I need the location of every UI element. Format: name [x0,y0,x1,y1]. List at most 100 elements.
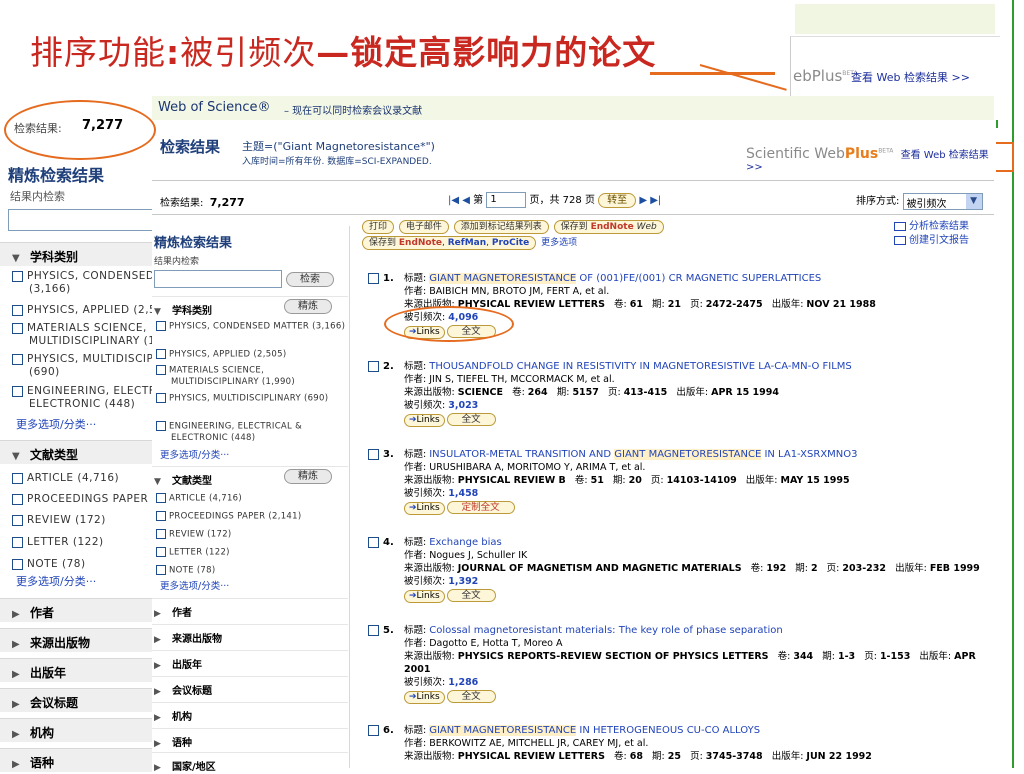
bg-more-options-link[interactable]: 更多选项/分类··· [16,573,96,589]
analysis-links: 分析检索结果 创建引文报告 [894,220,969,248]
bg-doctype-item[interactable]: PROCEEDINGS PAPER [12,493,160,506]
record-source: 来源出版物: PHYSICAL REVIEW B 卷: 51 期: 20 页: … [404,475,850,486]
bg-section-subject[interactable]: ▼ 学科类别 [0,242,160,266]
email-button[interactable]: 电子邮件 [398,220,449,234]
record-checkbox[interactable] [368,624,379,636]
record-title-link[interactable]: Colossal magnetoresistant materials: The… [429,625,782,636]
doctype-item[interactable]: ARTICLE (4,716) [156,493,348,505]
analyze-results-link[interactable]: 分析检索结果 [894,220,969,234]
record-authors: 作者: JIN S, TIEFEL TH, MCCORMACK M, et al… [404,374,615,385]
refine-button[interactable]: 精炼 [284,469,332,484]
bg-doctype-item[interactable]: LETTER (122) [12,536,160,549]
save-endnote-web-button[interactable]: 保存到 EndNote Web [553,220,664,234]
add-marked-list-button[interactable]: 添加到标记结果列表 [453,220,549,234]
subject-item[interactable]: ENGINEERING, ELECTRICAL & ELECTRONIC (44… [156,421,348,444]
more-options-link[interactable]: 更多选项 [541,238,577,248]
within-results-label: 结果内检索 [154,257,200,267]
refine-panel: 精炼检索结果 结果内检索 检索 ▼ 学科类别 精炼 PHYSICS, CONDEN… [152,226,350,774]
refine-button[interactable]: 精炼 [284,299,332,314]
bg-more-options-link[interactable]: 更多选项/分类··· [16,416,96,432]
bg-subject-item[interactable]: PHYSICS, APPLIED (2,5 [12,304,160,317]
record-title: 标题: GIANT MAGNETORESISTANCE OF (001)FE/(… [404,273,822,284]
more-options-link[interactable]: 更多选项/分类··· [160,578,229,592]
background-left-panel: 检索结果: 7,277 精炼检索结果 结果内检索 ▼ 学科类别 PHYSICS, … [0,96,160,772]
bg-subject-item[interactable]: PHYSICS, MULTIDISCIP (690) [12,353,160,379]
fulltext-button[interactable]: 全文 [446,690,496,703]
bg-subject-item[interactable]: ENGINEERING, ELECTF ELECTRONIC (448) [12,385,160,411]
wos-title: Web of Science® [158,100,271,115]
bg-subject-item[interactable]: MATERIALS SCIENCE, MULTIDISCIPLINARY (1 [12,322,160,348]
record-checkbox[interactable] [368,360,379,372]
next-last-page-icon[interactable]: ▶ ▶| [639,195,661,206]
links-button[interactable]: ➔Links [404,590,445,603]
bg-section-doctype[interactable]: ▼ 文献类型 [0,440,160,464]
record-number: 6. [368,724,394,737]
print-button[interactable]: 打印 [362,220,395,234]
record-title-link[interactable]: THOUSANDFOLD CHANGE IN RESISTIVITY IN MA… [429,361,852,372]
cited-count-link[interactable]: 1,286 [448,677,478,688]
fulltext-button[interactable]: 全文 [446,589,496,602]
page-number-input[interactable]: 1 [486,192,527,208]
bg-doctype-item[interactable]: REVIEW (172) [12,514,160,527]
bg-within-label: 结果内检索 [10,190,65,203]
subject-item[interactable]: PHYSICS, APPLIED (2,505) [156,349,348,361]
record-title-link[interactable]: GIANT MAGNETORESISTANCE IN HETEROGENEOUS… [429,725,760,736]
record-title-link[interactable]: INSULATOR-METAL TRANSITION AND GIANT MAG… [429,449,858,460]
doctype-item[interactable]: LETTER (122) [156,547,348,559]
view-web-results-link[interactable]: 查看 Web 检索结果 >> [851,69,970,85]
links-button[interactable]: ➔Links [404,414,445,427]
background-webplus-panel: ebPlusBETA 查看 Web 检索结果 >> [790,36,1000,96]
sort-select[interactable]: 被引频次 ▼ [902,192,983,210]
cited-count-link[interactable]: 3,023 [448,400,478,411]
section-language[interactable]: ▶ 语种 [152,728,348,750]
cited-count-link[interactable]: 1,458 [448,488,478,499]
bg-doctype-item[interactable]: NOTE (78) [12,558,160,571]
record-checkbox[interactable] [368,536,379,548]
section-year[interactable]: ▶ 出版年 [152,650,348,672]
bg-section-org[interactable]: ▶ 机构 [0,718,160,742]
doctype-item[interactable]: PROCEEDINGS PAPER (2,141) [156,511,348,523]
record-number: 1. [368,272,394,285]
record-source: 来源出版物: JOURNAL OF MAGNETISM AND MAGNETIC… [404,563,980,574]
bg-section-year[interactable]: ▶ 出版年 [0,658,160,682]
first-prev-page-icon[interactable]: |◀ ◀ [448,195,470,206]
links-button[interactable]: ➔Links [404,502,445,515]
search-button[interactable]: 检索 [286,272,334,287]
cited-count-link[interactable]: 1,392 [448,576,478,587]
within-results-input[interactable] [154,270,282,288]
citation-report-link[interactable]: 创建引文报告 [894,234,969,248]
bg-subject-item[interactable]: PHYSICS, CONDENSED (3,166) [12,270,160,296]
record-checkbox[interactable] [368,724,379,736]
section-org[interactable]: ▶ 机构 [152,702,348,724]
section-conference[interactable]: ▶ 会议标题 [152,676,348,698]
bg-doctype-item[interactable]: ARTICLE (4,716) [12,472,160,485]
results-count: 检索结果: 7,277 [160,196,245,209]
record-title: 标题: GIANT MAGNETORESISTANCE IN HETEROGEN… [404,725,761,736]
subject-item[interactable]: PHYSICS, MULTIDISCIPLINARY (690) [156,393,348,405]
more-options-link[interactable]: 更多选项/分类··· [160,447,229,461]
section-author[interactable]: ▶ 作者 [152,598,348,620]
doctype-item[interactable]: REVIEW (172) [156,529,348,541]
section-country[interactable]: ▶ 国家/地区 [152,752,348,774]
links-button[interactable]: ➔Links [404,691,445,704]
bg-section-source[interactable]: ▶ 来源出版物 [0,628,160,652]
bg-within-input[interactable] [8,209,158,231]
record-checkbox[interactable] [368,448,379,460]
bg-section-language[interactable]: ▶ 语种 [0,748,160,772]
save-endnote-refman-button[interactable]: 保存到 EndNote, RefMan, ProCite [362,236,537,250]
record-checkbox[interactable] [368,272,379,284]
fulltext-button[interactable]: 全文 [446,413,496,426]
subject-item[interactable]: PHYSICS, CONDENSED MATTER (3,166) [156,321,348,333]
bg-section-author[interactable]: ▶ 作者 [0,598,160,622]
doctype-item[interactable]: NOTE (78) [156,565,348,577]
section-source[interactable]: ▶ 来源出版物 [152,624,348,646]
record-cited: 被引频次: 1,392 [404,576,479,587]
record-title-link[interactable]: Exchange bias [429,537,502,548]
subject-item[interactable]: MATERIALS SCIENCE, MULTIDISCIPLINARY (1,… [156,365,348,388]
bg-section-conference[interactable]: ▶ 会议标题 [0,688,160,712]
record-authors: 作者: BAIBICH MN, BROTO JM, FERT A, et al. [404,286,610,297]
fulltext-button[interactable]: 定制全文 [446,501,515,514]
record-title-link[interactable]: GIANT MAGNETORESISTANCE OF (001)FE/(001)… [429,273,821,284]
record-title: 标题: INSULATOR-METAL TRANSITION AND GIANT… [404,449,858,460]
go-button[interactable]: 转至 [598,192,637,208]
